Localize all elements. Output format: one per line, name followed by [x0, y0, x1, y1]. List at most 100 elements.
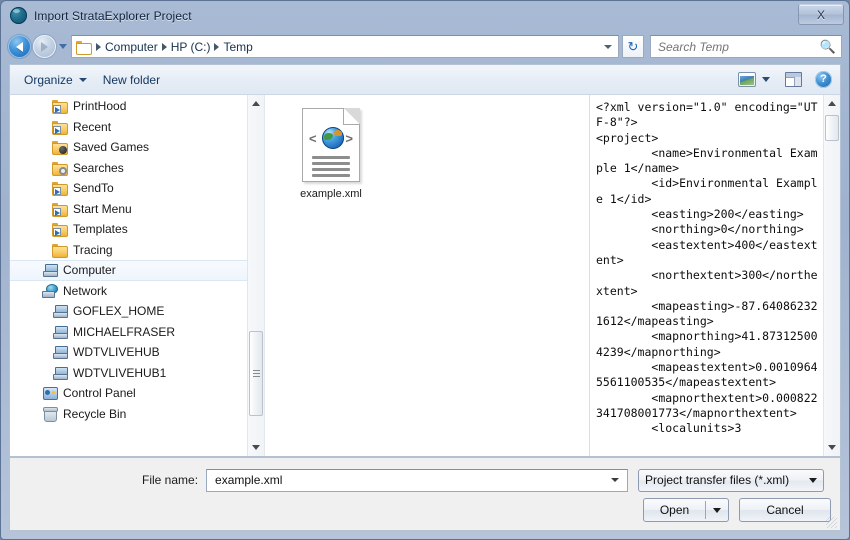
dialog-content: PrintHoodRecentSaved Games Searches SendTo…	[9, 94, 841, 457]
refresh-button[interactable]: ↻	[622, 35, 644, 58]
breadcrumb[interactable]: Computer HP (C:) Temp	[71, 35, 619, 58]
refresh-icon: ↻	[628, 40, 639, 53]
scroll-up-arrow-icon[interactable]	[824, 95, 840, 112]
scroll-down-arrow-icon[interactable]	[824, 439, 840, 456]
breadcrumb-item-hp-c[interactable]: HP (C:)	[168, 40, 214, 54]
help-icon[interactable]: ?	[815, 71, 832, 88]
navigation-pane: PrintHoodRecentSaved Games Searches SendTo…	[10, 95, 265, 456]
sidebar-item-control-panel[interactable]: Control Panel	[10, 383, 264, 404]
angle-bracket-left-icon: <	[309, 132, 317, 145]
sidebar-item-michaelfraser[interactable]: MICHAELFRASER	[10, 322, 264, 343]
sidebar-item-label: SendTo	[73, 181, 114, 195]
preview-pane-icon[interactable]	[785, 72, 802, 87]
sidebar-item-recycle-bin[interactable]: Recycle Bin	[10, 404, 264, 425]
title-bar: Import StrataExplorer Project X	[1, 1, 849, 30]
file-name-input[interactable]	[213, 472, 611, 488]
sidebar-item-recent[interactable]: Recent	[10, 117, 264, 138]
back-button[interactable]	[8, 35, 31, 58]
forward-arrow-icon	[41, 42, 48, 52]
overlay-badge-icon	[53, 187, 61, 195]
scroll-up-arrow-icon[interactable]	[248, 95, 264, 112]
folder-shortcut-icon	[52, 99, 67, 113]
computer-icon	[52, 345, 67, 359]
list-item[interactable]: < > example.xml	[281, 103, 381, 221]
open-button-label: Open	[644, 503, 705, 517]
dialog-footer: File name: Project transfer files (*.xml…	[9, 458, 841, 531]
preview-pane: <?xml version="1.0" encoding="UTF-8"?> <…	[590, 95, 840, 456]
forward-button[interactable]	[33, 35, 56, 58]
file-list-pane[interactable]: < > example.xml	[265, 95, 590, 456]
computer-icon	[52, 325, 67, 339]
scrollbar-thumb[interactable]	[825, 115, 839, 141]
computer-icon	[52, 304, 67, 318]
sidebar-item-label: WDTVLIVEHUB	[73, 345, 160, 359]
sidebar-item-label: Computer	[63, 263, 116, 277]
path-chevron-down-icon[interactable]	[604, 45, 612, 49]
sidebar-item-start-menu[interactable]: Start Menu	[10, 199, 264, 220]
overlay-badge-icon	[53, 228, 61, 236]
scroll-down-arrow-icon[interactable]	[248, 439, 264, 456]
sidebar-item-network[interactable]: Network	[10, 281, 264, 302]
sidebar-item-templates[interactable]: Templates	[10, 219, 264, 240]
search-box[interactable]: 🔍	[650, 35, 842, 58]
sidebar-item-tracing[interactable]: Tracing	[10, 240, 264, 261]
sidebar-item-sendto[interactable]: SendTo	[10, 178, 264, 199]
view-mode-chevron-down-icon[interactable]	[762, 77, 770, 82]
search-input[interactable]	[656, 39, 820, 55]
close-icon: X	[817, 9, 825, 21]
breadcrumb-item-computer[interactable]: Computer	[102, 40, 161, 54]
sidebar-item-label: Control Panel	[63, 386, 136, 400]
sidebar-item-wdtvlivehub[interactable]: WDTVLIVEHUB	[10, 342, 264, 363]
dialog-buttons: Open Cancel	[643, 498, 831, 522]
control-panel-icon	[42, 386, 57, 400]
sidebar-item-label: WDTVLIVEHUB1	[73, 366, 166, 380]
file-name-label: example.xml	[300, 188, 362, 200]
sidebar-item-wdtvlivehub1[interactable]: WDTVLIVEHUB1	[10, 363, 264, 384]
new-folder-label: New folder	[103, 73, 160, 87]
file-name-combobox[interactable]	[206, 469, 628, 492]
breadcrumb-separator-icon	[214, 43, 219, 51]
resize-grip-icon[interactable]	[826, 517, 837, 528]
overlay-badge-icon	[59, 146, 67, 154]
chevron-down-icon	[809, 478, 817, 483]
folder-shortcut-icon	[52, 181, 67, 195]
sidebar-item-label: Tracing	[73, 243, 113, 257]
sidebar-item-searches[interactable]: Searches	[10, 158, 264, 179]
open-dropdown-button[interactable]	[706, 508, 728, 513]
cancel-button[interactable]: Cancel	[739, 498, 831, 522]
overlay-badge-icon	[59, 167, 67, 175]
new-folder-button[interactable]: New folder	[95, 70, 168, 90]
breadcrumb-item-temp[interactable]: Temp	[220, 40, 255, 54]
angle-bracket-right-icon: >	[345, 132, 353, 145]
file-type-select[interactable]: Project transfer files (*.xml)	[638, 469, 824, 492]
close-button[interactable]: X	[798, 4, 844, 25]
view-mode-icon[interactable]	[738, 72, 756, 87]
sidebar-item-goflex-home[interactable]: GOFLEX_HOME	[10, 301, 264, 322]
sidebar-item-computer[interactable]: Computer	[10, 260, 264, 281]
file-name-row: File name: Project transfer files (*.xml…	[10, 468, 840, 492]
navigation-pane-scrollbar[interactable]	[247, 95, 264, 456]
recent-locations-chevron-down-icon[interactable]	[59, 44, 67, 49]
overlay-badge-icon	[53, 126, 61, 134]
folder-shortcut-icon	[52, 222, 67, 236]
command-bar-right-group: ?	[738, 71, 834, 88]
sidebar-item-printhood[interactable]: PrintHood	[10, 96, 264, 117]
page-title: Import StrataExplorer Project	[34, 9, 192, 23]
organize-button[interactable]: Organize	[16, 70, 95, 90]
folder-shortcut-icon	[52, 120, 67, 134]
preview-pane-scrollbar[interactable]	[823, 95, 840, 456]
scrollbar-thumb[interactable]	[249, 331, 263, 416]
sidebar-item-label: Searches	[73, 161, 124, 175]
chevron-down-icon	[713, 508, 721, 513]
open-button[interactable]: Open	[643, 498, 729, 522]
xml-preview-text: <?xml version="1.0" encoding="UTF-8"?> <…	[596, 100, 820, 454]
folder-icon	[52, 243, 67, 257]
sidebar-item-saved-games[interactable]: Saved Games	[10, 137, 264, 158]
page-fold-icon	[343, 108, 360, 125]
globe-icon	[322, 127, 344, 149]
globe-icon	[10, 7, 27, 24]
breadcrumb-separator-icon	[96, 43, 101, 51]
folder-icon	[76, 40, 92, 53]
chevron-down-icon[interactable]	[611, 478, 619, 482]
file-type-label: Project transfer files (*.xml)	[645, 473, 809, 487]
